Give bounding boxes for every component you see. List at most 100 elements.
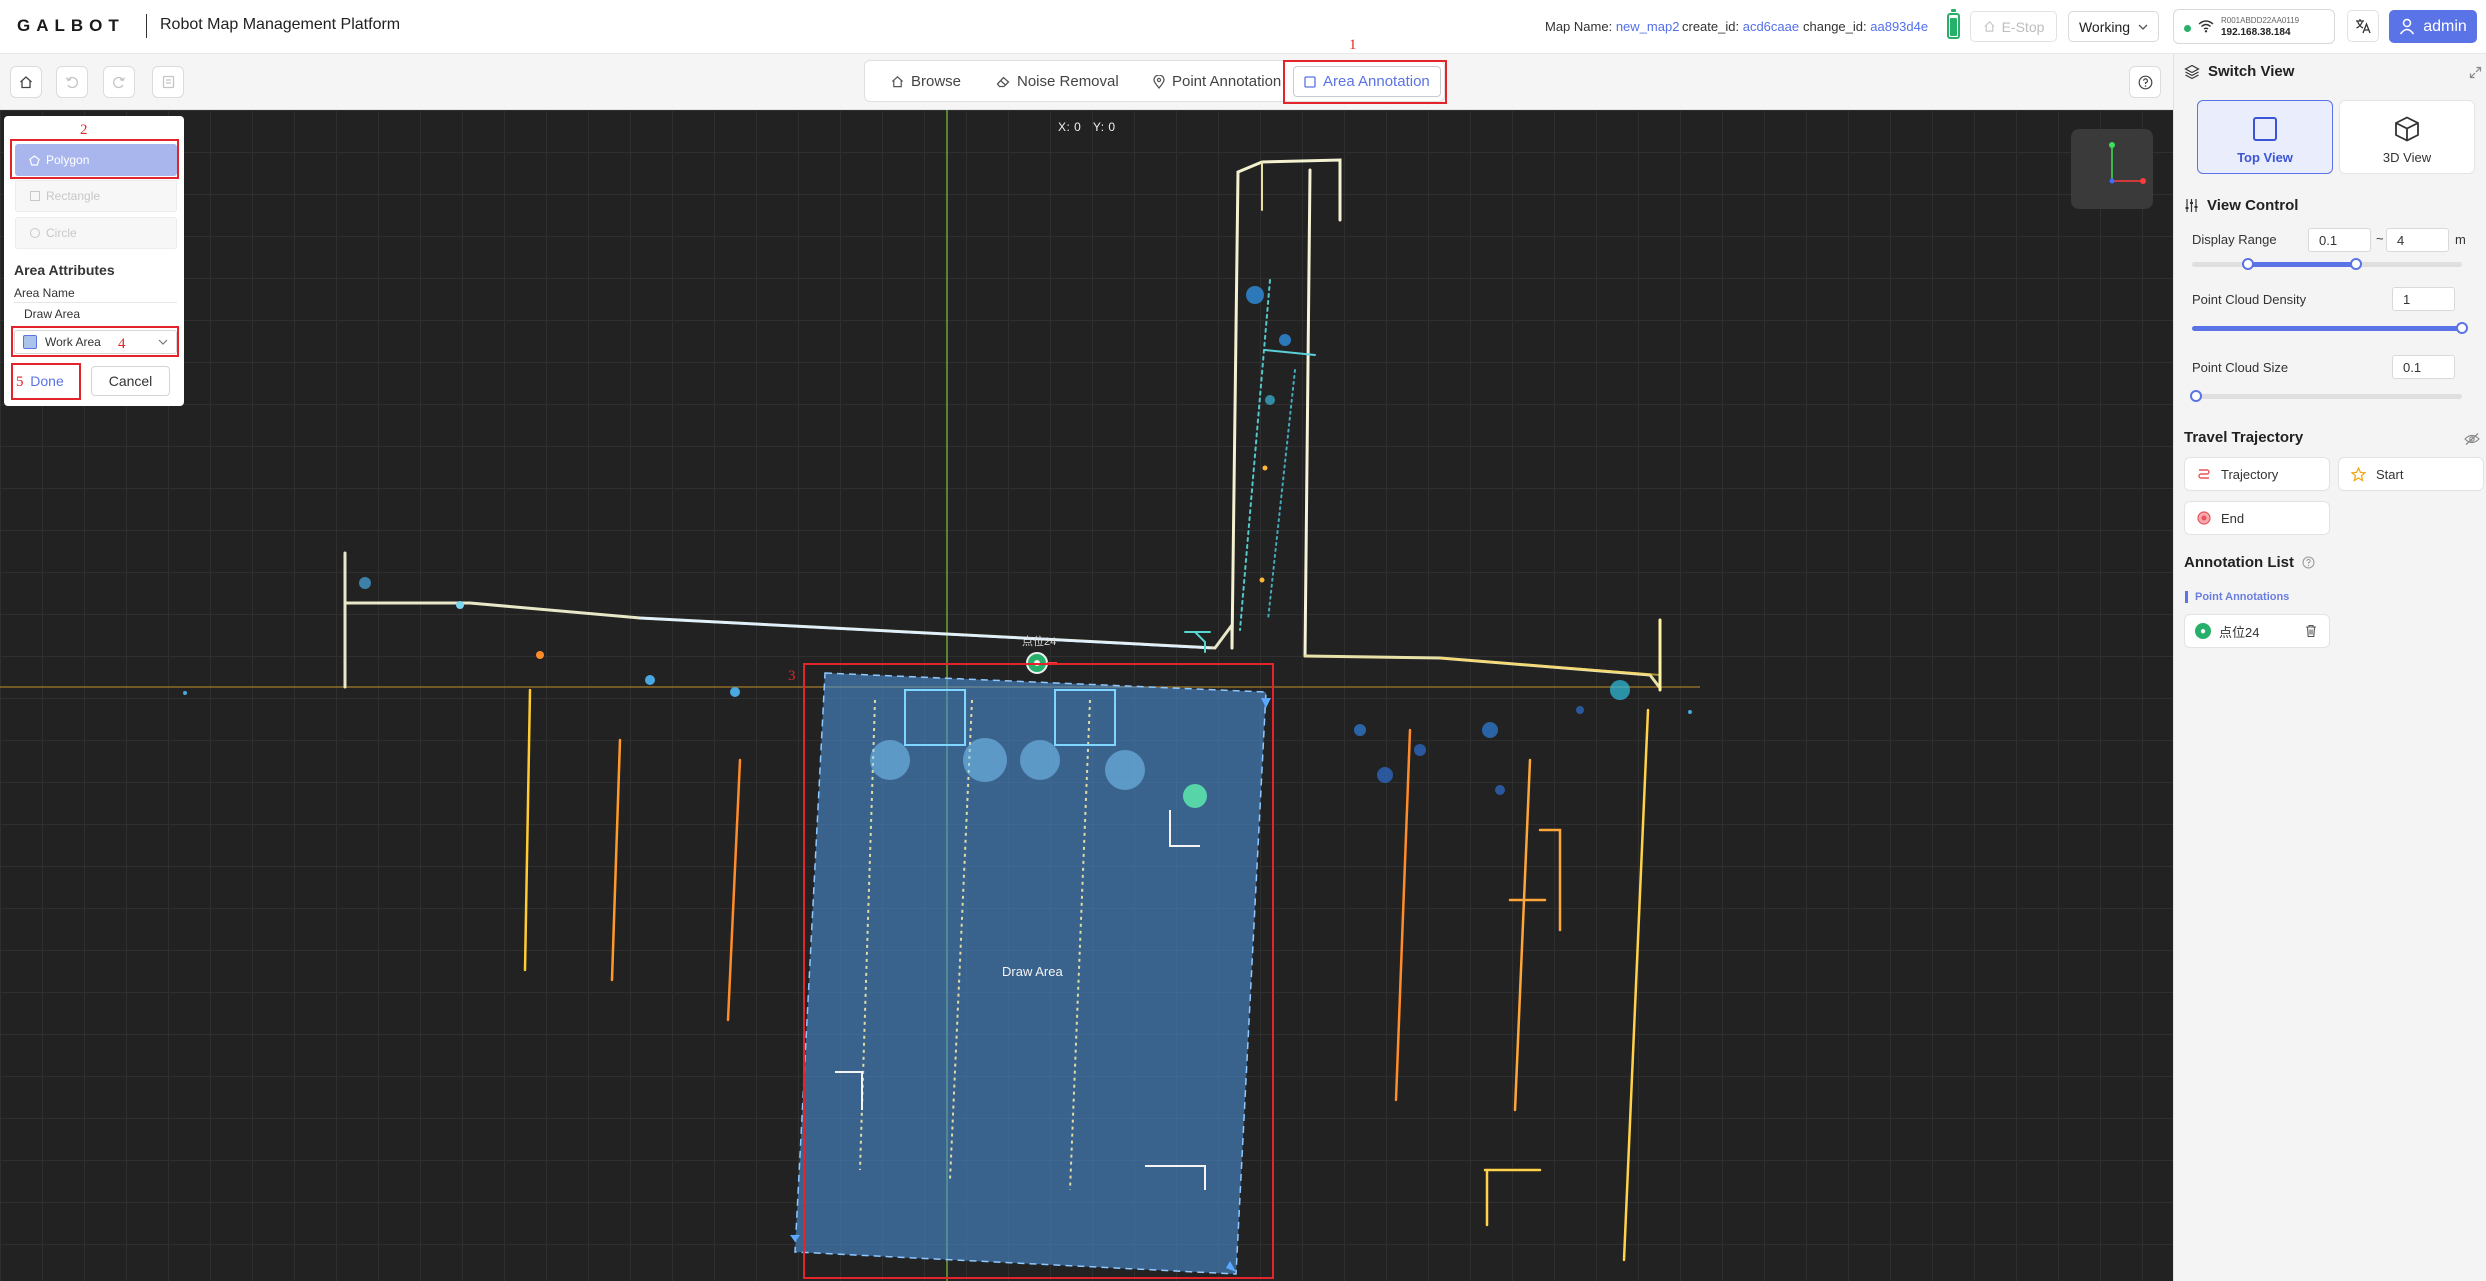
- coord-y: Y: 0: [1092, 120, 1116, 134]
- range-max-input[interactable]: 4: [2386, 228, 2449, 252]
- save-button[interactable]: [152, 66, 184, 98]
- undo-icon: [65, 76, 78, 89]
- tab-browse-label: Browse: [911, 73, 962, 90]
- app-title: Robot Map Management Platform: [160, 16, 401, 33]
- translate-icon: [2356, 19, 2371, 34]
- chevron-down-icon: [2138, 24, 2148, 30]
- sliders-icon: [2185, 199, 2198, 212]
- cursor-coordinates: X: 0 Y: 0: [1058, 120, 1116, 134]
- layers-icon: [2184, 64, 2200, 79]
- axis-icon: [2109, 142, 2146, 184]
- robot-ip: 192.168.38.184: [2221, 27, 2291, 38]
- help-button[interactable]: [2129, 66, 2161, 98]
- area-name-input[interactable]: Draw Area: [14, 302, 177, 324]
- 3d-view-card[interactable]: 3D View: [2339, 100, 2475, 174]
- switch-view-label: Switch View: [2208, 63, 2295, 80]
- marker-number-3: 3: [788, 668, 796, 684]
- point-size-input[interactable]: 0.1: [2392, 355, 2455, 379]
- point-density-slider[interactable]: [2192, 322, 2468, 334]
- tab-point-annotation[interactable]: Point Annotation: [1143, 66, 1291, 97]
- tab-browse[interactable]: Browse: [881, 66, 971, 97]
- point-density-handle[interactable]: [2456, 322, 2468, 334]
- estop-button[interactable]: E-Stop: [1970, 11, 2057, 42]
- expand-icon[interactable]: [2469, 66, 2482, 79]
- annotation-list-title: Annotation List: [2184, 554, 2315, 571]
- top-header: GALBOT Robot Map Management Platform Map…: [0, 0, 2486, 54]
- annotation-item[interactable]: ● 点位24: [2184, 614, 2330, 648]
- user-menu-button[interactable]: admin: [2389, 10, 2477, 43]
- end-point-icon: [2197, 511, 2211, 525]
- online-dot: [2184, 25, 2191, 32]
- tab-noise-removal[interactable]: Noise Removal: [986, 66, 1129, 97]
- display-range-slider[interactable]: [2192, 258, 2462, 270]
- tab-noise-removal-label: Noise Removal: [1017, 73, 1119, 90]
- create-id-info: create_id: acd6caae: [1682, 19, 1799, 34]
- start-button[interactable]: Start: [2338, 457, 2484, 491]
- connection-status[interactable]: R001ABDD22AA0119 192.168.38.184: [2173, 9, 2335, 44]
- shape-circle-button[interactable]: Circle: [15, 217, 177, 249]
- square-icon: [2253, 117, 2277, 141]
- question-circle-icon: [2138, 75, 2152, 89]
- range-unit: m: [2455, 232, 2466, 247]
- trash-icon[interactable]: [2305, 624, 2317, 638]
- point-density-input[interactable]: 1: [2392, 287, 2455, 311]
- view-control-title: View Control: [2184, 197, 2298, 214]
- marker-number-1: 1: [1349, 37, 1357, 53]
- marker-box-4: [11, 326, 179, 357]
- point-size-slider[interactable]: [2190, 390, 2462, 402]
- status-value: Working: [2078, 18, 2131, 35]
- switch-view-title: Switch View: [2184, 63, 2294, 80]
- display-range-label: Display Range: [2192, 232, 2277, 247]
- end-label: End: [2221, 510, 2245, 526]
- change-id-value: aa893d4e: [1870, 19, 1929, 34]
- annotation-item-label: 点位24: [2219, 624, 2260, 640]
- side-panel: Switch View Top View 3D View View Contro…: [2173, 54, 2486, 1281]
- home-icon: [891, 76, 904, 88]
- start-label: Start: [2376, 466, 2404, 482]
- language-button[interactable]: [2347, 10, 2379, 42]
- top-view-card[interactable]: Top View: [2197, 100, 2333, 174]
- galbot-logo: GALBOT: [17, 16, 125, 35]
- trajectory-button[interactable]: Trajectory: [2184, 457, 2330, 491]
- redo-button[interactable]: [103, 66, 135, 98]
- toolbar: Browse Noise Removal Point Annotation Ar…: [0, 54, 2173, 110]
- range-max-handle[interactable]: [2350, 258, 2362, 270]
- end-button[interactable]: End: [2184, 501, 2330, 535]
- range-min-input[interactable]: 0.1: [2308, 228, 2371, 252]
- location-pin-icon: [1153, 74, 1165, 89]
- 3d-view-label: 3D View: [2382, 150, 2432, 165]
- question-circle-icon[interactable]: [2302, 556, 2315, 569]
- cancel-button[interactable]: Cancel: [91, 366, 170, 396]
- cube-icon: [2395, 116, 2419, 142]
- home-button[interactable]: [10, 66, 42, 98]
- range-min-handle[interactable]: [2242, 258, 2254, 270]
- user-icon: [2400, 18, 2415, 35]
- rectangle-icon: [30, 191, 40, 201]
- shape-rectangle-label: Rectangle: [46, 189, 101, 203]
- undo-button[interactable]: [56, 66, 88, 98]
- point-size-handle[interactable]: [2190, 390, 2202, 402]
- home-alert-icon: [1984, 21, 1995, 32]
- home-icon: [20, 76, 32, 89]
- status-select[interactable]: Working: [2068, 11, 2159, 42]
- travel-trajectory-title: Travel Trajectory: [2184, 429, 2303, 446]
- shape-rectangle-button[interactable]: Rectangle: [15, 180, 177, 212]
- view-control-label: View Control: [2207, 197, 2299, 214]
- point-size-label: Point Cloud Size: [2192, 360, 2289, 375]
- marker-box-2: [10, 139, 179, 179]
- circle-icon: [30, 228, 40, 238]
- redo-icon: [113, 76, 126, 89]
- logo-divider: [146, 14, 147, 38]
- marker-number-2: 2: [80, 122, 88, 138]
- travel-trajectory-label: Travel Trajectory: [2184, 429, 2304, 446]
- battery-icon: [1947, 9, 1960, 39]
- star-icon: [2351, 466, 2366, 482]
- change-id-info: change_id: aa893d4e: [1803, 19, 1928, 34]
- marker-box-1: [1283, 60, 1447, 104]
- map-name-info: Map Name: new_map2: [1545, 19, 1679, 34]
- eye-off-icon[interactable]: [2464, 432, 2480, 446]
- axis-gizmo[interactable]: [2071, 129, 2153, 209]
- robot-serial: R001ABDD22AA0119: [2221, 16, 2300, 25]
- trajectory-label: Trajectory: [2221, 466, 2279, 482]
- location-pin-icon: ●: [2195, 623, 2211, 639]
